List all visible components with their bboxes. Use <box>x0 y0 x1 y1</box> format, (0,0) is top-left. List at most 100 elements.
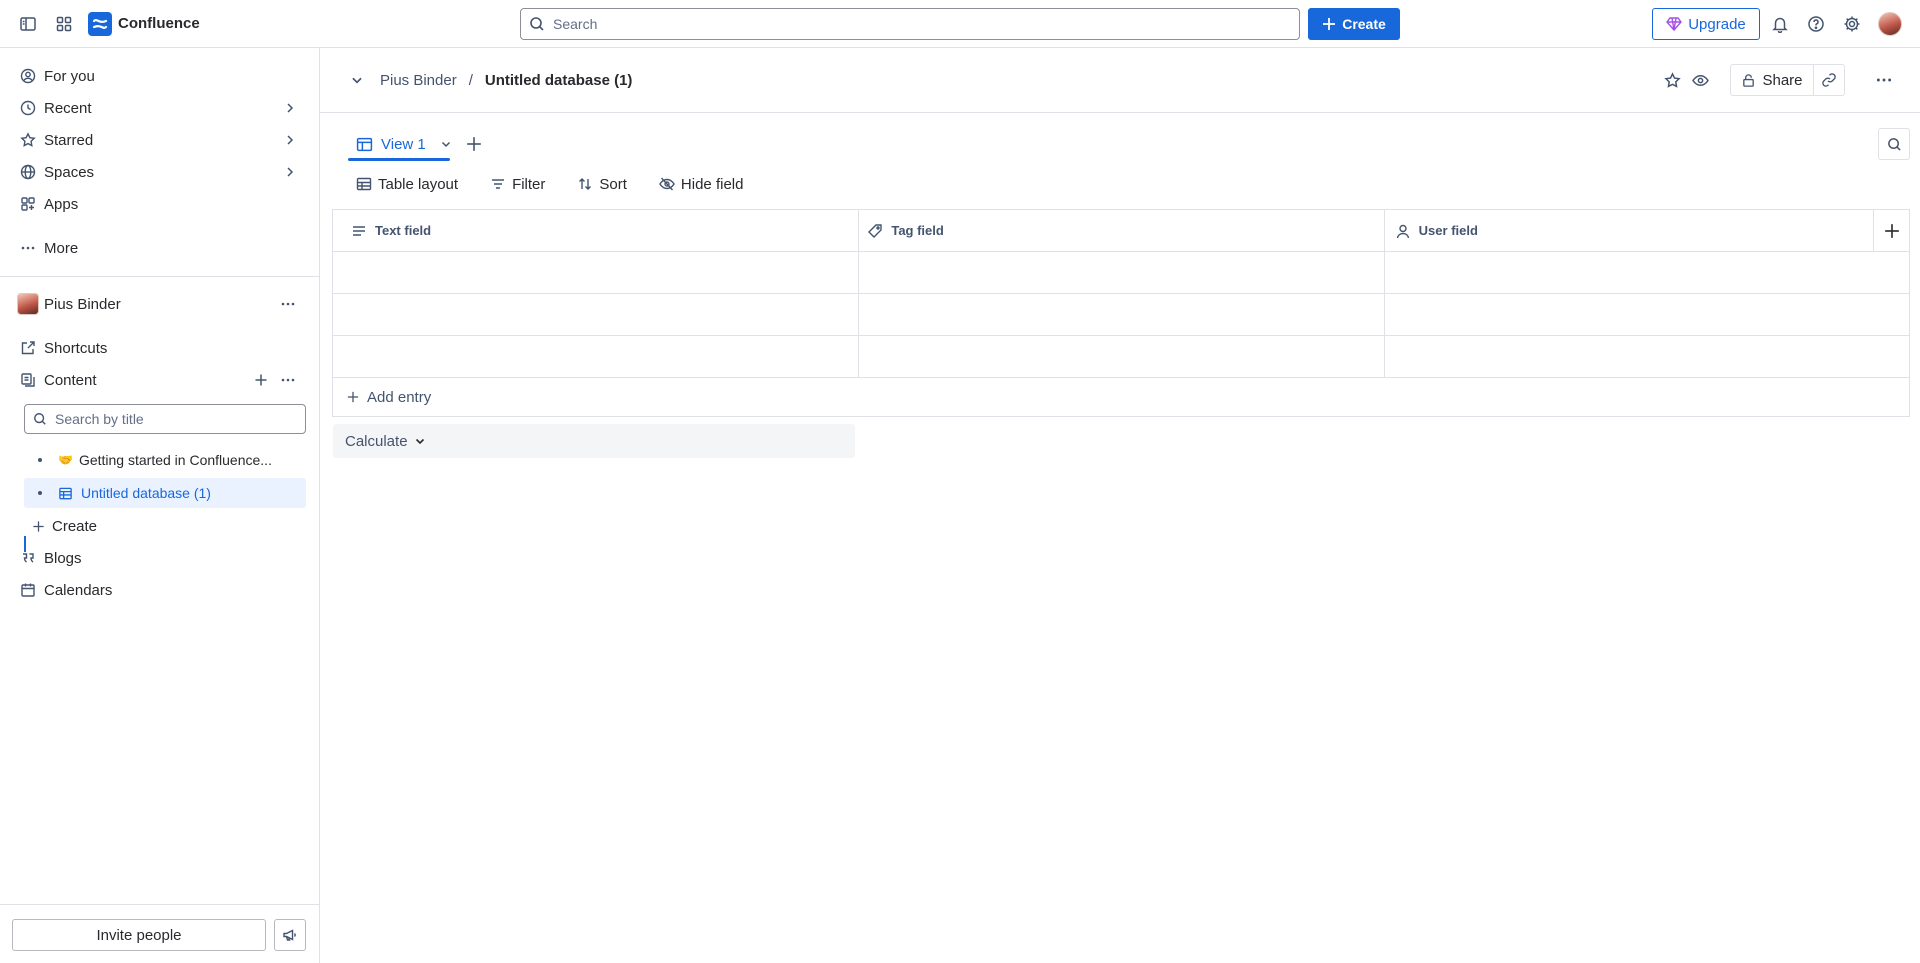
sidebar-item-for-you[interactable]: For you <box>12 60 308 92</box>
table-cell[interactable] <box>333 294 860 335</box>
create-button[interactable]: Create <box>1308 8 1400 40</box>
tree-item-getting-started[interactable]: 🤝 Getting started in Confluence... <box>24 445 306 475</box>
table-layout-button[interactable]: Table layout <box>356 176 458 193</box>
sidebar-item-label: Shortcuts <box>44 339 108 357</box>
content-more-icon[interactable] <box>280 372 296 388</box>
invite-people-button[interactable]: Invite people <box>12 919 266 951</box>
plus-icon <box>1323 18 1336 30</box>
upgrade-button[interactable]: Upgrade <box>1652 8 1760 40</box>
search-icon <box>34 413 46 425</box>
sidebar-item-recent[interactable]: Recent <box>12 92 308 124</box>
quote-icon <box>12 550 44 566</box>
global-search-input[interactable]: Search <box>520 8 1300 40</box>
table-icon <box>356 177 372 191</box>
table-cell[interactable] <box>859 336 1385 377</box>
add-column-icon[interactable] <box>1874 210 1909 251</box>
column-header-tag-field[interactable]: Tag field <box>859 210 1385 251</box>
table-cell[interactable] <box>1385 336 1909 377</box>
breadcrumb-parent[interactable]: Pius Binder <box>380 72 457 89</box>
handshake-emoji-icon: 🤝 <box>58 453 73 467</box>
column-header-label: Text field <box>375 223 432 238</box>
table-cell[interactable] <box>859 294 1385 335</box>
tree-item-label: Untitled database (1) <box>81 485 211 501</box>
hide-field-button[interactable]: Hide field <box>659 176 743 193</box>
chevron-right-icon[interactable] <box>284 102 296 114</box>
add-entry-label: Add entry <box>367 388 432 406</box>
filter-label: Filter <box>512 175 546 193</box>
gear-icon[interactable] <box>1840 12 1864 36</box>
text-lines-icon <box>353 225 365 236</box>
megaphone-icon[interactable] <box>274 919 306 951</box>
content-icon <box>12 372 44 388</box>
upgrade-button-label: Upgrade <box>1688 15 1746 33</box>
chevron-right-icon[interactable] <box>284 166 296 178</box>
view-toolbar: Table layout Filter Sort Hide field <box>356 168 775 200</box>
tree-item-label: Getting started in Confluence... <box>78 452 272 468</box>
sidebar-item-more[interactable]: More <box>12 232 308 264</box>
table-cell[interactable] <box>333 336 860 377</box>
chevron-down-icon[interactable] <box>440 138 452 150</box>
more-actions-icon[interactable] <box>1872 68 1896 92</box>
sidebar-item-label: Spaces <box>44 163 95 181</box>
table-cell[interactable] <box>859 252 1385 293</box>
sidebar-item-calendars[interactable]: Calendars <box>12 574 308 606</box>
space-name: Pius Binder <box>44 295 121 313</box>
sort-button[interactable]: Sort <box>577 176 627 193</box>
tree-create-button[interactable]: Create <box>24 510 306 542</box>
sidebar-item-content[interactable]: Content <box>12 364 308 396</box>
sidebar-item-apps[interactable]: Apps <box>12 188 308 220</box>
clock-icon <box>12 100 44 116</box>
title-search-input[interactable]: Search by title <box>24 404 306 434</box>
share-button[interactable]: Share <box>1730 64 1814 96</box>
sort-label: Sort <box>599 175 627 193</box>
breadcrumb-separator: / <box>468 71 473 89</box>
sidebar-item-shortcuts[interactable]: Shortcuts <box>12 332 308 364</box>
space-header[interactable]: Pius Binder <box>12 288 308 320</box>
divider <box>320 112 1920 113</box>
table-row <box>333 252 1909 294</box>
app-switcher-icon[interactable] <box>52 12 76 36</box>
sidebar-toggle-icon[interactable] <box>16 12 40 36</box>
chevron-right-icon[interactable] <box>284 134 296 146</box>
table-cell[interactable] <box>1385 252 1909 293</box>
tree-create-label: Create <box>52 517 98 535</box>
tag-icon <box>868 223 883 238</box>
search-placeholder: Search <box>553 16 598 32</box>
column-header-label: User field <box>1418 223 1478 238</box>
help-icon[interactable] <box>1804 12 1828 36</box>
bell-icon[interactable] <box>1768 12 1792 36</box>
profile-avatar[interactable] <box>1878 12 1902 36</box>
star-icon[interactable] <box>1660 68 1684 92</box>
filter-button[interactable]: Filter <box>490 176 545 193</box>
add-view-icon[interactable] <box>462 132 486 156</box>
tab-view-1[interactable]: View 1 <box>350 128 458 160</box>
apps-icon <box>12 196 44 212</box>
share-button-label: Share <box>1762 71 1803 89</box>
page-title[interactable]: Untitled database (1) <box>485 72 633 89</box>
tab-active-underline <box>348 158 450 161</box>
add-entry-button[interactable]: Add entry <box>333 378 1909 416</box>
sidebar-item-starred[interactable]: Starred <box>12 124 308 156</box>
collapse-chevron-icon[interactable] <box>350 73 364 87</box>
watch-eye-icon[interactable] <box>1688 68 1712 92</box>
sidebar-item-spaces[interactable]: Spaces <box>12 156 308 188</box>
table-cell[interactable] <box>1385 294 1909 335</box>
sidebar-item-blogs[interactable]: Blogs <box>12 542 308 574</box>
sidebar-item-label: Blogs <box>44 549 82 567</box>
table-search-icon[interactable] <box>1878 128 1910 160</box>
confluence-logo-icon[interactable] <box>88 12 112 36</box>
column-header-user-field[interactable]: User field <box>1385 210 1875 251</box>
column-header-text-field[interactable]: Text field <box>333 210 860 251</box>
sidebar-item-label: For you <box>44 67 95 85</box>
table-cell[interactable] <box>333 252 860 293</box>
top-navigation: Confluence Search Create Upgrade <box>0 0 1920 48</box>
database-table: Text field Tag field User field Add entr… <box>332 209 1910 417</box>
tree-item-untitled-database[interactable]: Untitled database (1) <box>24 478 306 508</box>
calculate-button[interactable]: Calculate <box>333 424 855 458</box>
space-more-icon[interactable] <box>280 296 296 312</box>
copy-link-icon[interactable] <box>1813 64 1845 96</box>
product-name[interactable]: Confluence <box>118 15 200 32</box>
sidebar-item-label: Recent <box>44 99 92 117</box>
add-content-icon[interactable] <box>254 373 268 387</box>
filter-icon <box>492 179 505 189</box>
